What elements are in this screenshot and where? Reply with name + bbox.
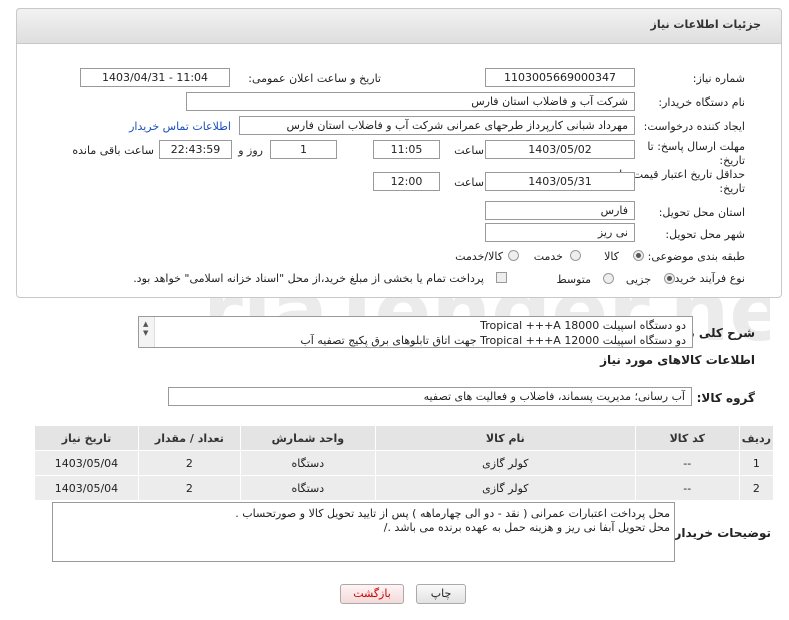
category-radio-goods[interactable]: [633, 250, 644, 261]
province-label: استان محل تحویل:: [658, 206, 745, 219]
need-number-field: 1103005669000347: [485, 68, 635, 87]
announce-label: تاریخ و ساعت اعلان عمومی:: [248, 72, 381, 85]
need-number-label: شماره نیاز:: [692, 72, 745, 85]
buyer-field: شرکت آب و فاضلاب استان فارس: [186, 92, 635, 111]
process-option-medium: متوسط: [556, 273, 591, 286]
deadline-label-date: تاریخ:: [719, 154, 745, 167]
print-button[interactable]: چاپ: [416, 584, 466, 604]
deadline-time-label: ساعت: [454, 144, 484, 157]
cell-qty: 2: [137, 475, 241, 501]
scroll-up-icon[interactable]: ▲: [143, 320, 148, 328]
cell-unit: دستگاه: [239, 450, 376, 476]
deadline-time-field: 11:05: [373, 140, 440, 159]
category-option-service: خدمت: [533, 250, 563, 263]
col-name: نام کالا: [374, 425, 636, 451]
goods-group-field: آب رسانی؛ مدیریت پسماند، فاضلاب و فعالیت…: [168, 387, 692, 406]
cell-row: 2: [738, 475, 775, 501]
contact-link[interactable]: اطلاعات تماس خریدار: [129, 120, 231, 133]
days-field: 1: [270, 140, 337, 159]
deadline-date-field: 1403/05/02: [485, 140, 635, 159]
province-field: فارس: [485, 201, 635, 220]
cell-date: 1403/05/04: [34, 475, 139, 501]
process-label: نوع فرآیند خرید :: [667, 272, 745, 285]
days-label: روز و: [238, 144, 263, 157]
back-button[interactable]: بازگشت: [340, 584, 404, 604]
cell-name: کولر گازی: [374, 475, 636, 501]
col-code: کد کالا: [634, 425, 740, 451]
buyer-notes-line-1: محل پرداخت اعتبارات عمرانی ( نقد - دو ال…: [235, 507, 670, 520]
category-option-both: کالا/خدمت: [455, 250, 503, 263]
process-radio-minor[interactable]: [664, 273, 675, 284]
description-box[interactable]: دو دستگاه اسپیلت 18000 Tropical +++A دو …: [138, 316, 693, 348]
remaining-label: ساعت باقی مانده: [72, 144, 154, 157]
col-row: ردیف: [738, 425, 775, 451]
cell-code: --: [634, 450, 740, 476]
deadline-label: مهلت ارسال پاسخ: تا: [647, 140, 745, 153]
category-radio-both[interactable]: [508, 250, 519, 261]
category-radio-service[interactable]: [570, 250, 581, 261]
validity-date-field: 1403/05/31: [485, 172, 635, 191]
city-label: شهر محل تحویل:: [665, 228, 745, 241]
validity-time-field: 12:00: [373, 172, 440, 191]
description-line-1: دو دستگاه اسپیلت 18000 Tropical +++A: [480, 319, 686, 332]
category-label: طبقه بندی موضوعی:: [647, 250, 745, 263]
announce-field: 1403/04/31 - 11:04: [80, 68, 230, 87]
buyer-label: نام دستگاه خریدار:: [658, 96, 745, 109]
goods-section-title: اطلاعات کالاهای مورد نیاز: [600, 353, 755, 367]
payment-note: پرداخت تمام یا بخشی از مبلغ خرید،از محل …: [133, 272, 484, 285]
description-line-2: دو دستگاه اسپیلت 12000 Tropical +++A جهت…: [300, 334, 686, 347]
cell-date: 1403/05/04: [34, 450, 139, 476]
table-row: 1 -- کولر گازی دستگاه 2 1403/05/04: [34, 450, 775, 476]
buyer-notes-label: توضیحات خریدار:: [669, 526, 771, 540]
buyer-notes-box[interactable]: محل پرداخت اعتبارات عمرانی ( نقد - دو ال…: [52, 502, 675, 562]
col-qty: تعداد / مقدار: [137, 425, 241, 451]
remaining-time-field: 22:43:59: [159, 140, 232, 159]
category-option-goods: کالا: [604, 250, 619, 263]
cell-unit: دستگاه: [239, 475, 376, 501]
cell-row: 1: [738, 450, 775, 476]
col-unit: واحد شمارش: [239, 425, 376, 451]
process-option-minor: جزیی: [625, 273, 651, 286]
validity-label: حداقل تاریخ اعتبار قیمت: تا: [619, 168, 745, 181]
validity-label-date: تاریخ:: [719, 182, 745, 195]
cell-qty: 2: [137, 450, 241, 476]
scroll-down-icon[interactable]: ▼: [143, 329, 148, 337]
description-scrollbar[interactable]: ▲ ▼: [139, 317, 155, 347]
buyer-notes-line-2: محل تحویل آبفا نی ریز و هزینه حمل به عهد…: [383, 521, 670, 534]
table-header-row: ردیف کد کالا نام کالا واحد شمارش تعداد /…: [34, 425, 775, 451]
goods-group-label: گروه کالا:: [696, 391, 755, 405]
validity-time-label: ساعت: [454, 176, 484, 189]
page-title: جزئیات اطلاعات نیاز: [650, 18, 762, 31]
creator-label: ایجاد کننده درخواست:: [643, 120, 745, 133]
creator-field: مهرداد شبانی کارپرداز طرحهای عمرانی شرکت…: [239, 116, 635, 135]
treasury-checkbox[interactable]: [496, 272, 507, 283]
process-radio-medium[interactable]: [603, 273, 614, 284]
col-date: تاریخ نیاز: [34, 425, 139, 451]
goods-table: ردیف کد کالا نام کالا واحد شمارش تعداد /…: [34, 425, 775, 501]
cell-name: کولر گازی: [374, 450, 636, 476]
city-field: نی ریز: [485, 223, 635, 242]
cell-code: --: [634, 475, 740, 501]
table-row: 2 -- کولر گازی دستگاه 2 1403/05/04: [34, 475, 775, 501]
